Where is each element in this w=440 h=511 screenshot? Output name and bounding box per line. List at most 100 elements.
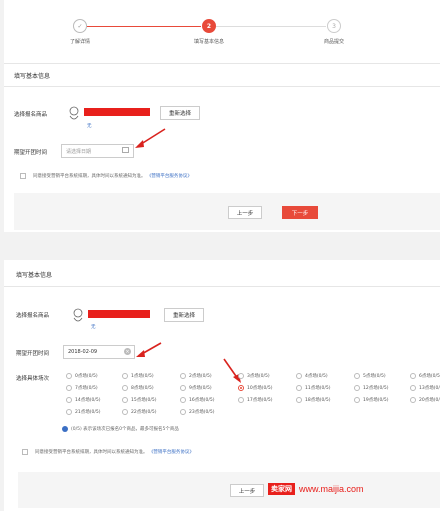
slot-option[interactable]: 16点场(0/5) — [180, 397, 214, 403]
radio-button[interactable] — [122, 397, 128, 403]
step-1-label: 了解详情 — [69, 39, 90, 45]
slot-option[interactable]: 10点场(0/5) — [238, 385, 272, 391]
slot-option[interactable]: 5点场(0/5) — [354, 373, 386, 379]
form-footer-2 — [18, 472, 440, 508]
slot-option-label: 14点场(0/5) — [75, 398, 101, 403]
agreement-link-2[interactable]: 《营销平台服务协议》 — [149, 450, 194, 455]
radio-button[interactable] — [66, 409, 72, 415]
agree-text-2: 同意接受营销平台系统排期，具体时间以系统通知为准。 《营销平台服务协议》 — [35, 449, 194, 455]
slot-option[interactable]: 21点场(0/5) — [66, 409, 100, 415]
slot-option[interactable]: 14点场(0/5) — [66, 397, 100, 403]
date-input-2[interactable]: 2018-02-09 × — [63, 345, 135, 359]
slot-option-label: 7点场(0/5) — [75, 386, 98, 391]
redacted-product-name-2 — [88, 310, 150, 318]
header-divider — [4, 63, 440, 64]
prev-step-button-2[interactable]: 上一步 — [230, 484, 264, 497]
slot-option[interactable]: 9点场(0/5) — [180, 385, 212, 391]
radio-button[interactable] — [180, 409, 186, 415]
slot-option-label: 16点场(0/5) — [189, 398, 215, 403]
radio-button[interactable] — [66, 373, 72, 379]
date-value: 2018-02-09 — [68, 349, 98, 355]
red-arrow-annotation — [135, 128, 166, 148]
slot-option[interactable]: 11点场(0/5) — [296, 385, 330, 391]
product-thumbnail-2 — [73, 308, 83, 322]
radio-button[interactable] — [296, 385, 302, 391]
radio-button[interactable] — [354, 397, 360, 403]
date-input[interactable]: 请选择日期 — [61, 144, 134, 158]
radio-button[interactable] — [410, 397, 416, 403]
clear-icon[interactable]: × — [124, 348, 131, 355]
slot-option[interactable]: 19点场(0/5) — [354, 397, 388, 403]
form-panel-bottom: 填写基本信息 选择报名商品 无 重新选择 期望开团时间 2018-02-09 ×… — [4, 260, 440, 511]
slot-option[interactable]: 3点场(0/5) — [238, 373, 270, 379]
info-icon — [62, 426, 68, 432]
radio-button[interactable] — [238, 385, 244, 391]
radio-button[interactable] — [296, 373, 302, 379]
slot-option[interactable]: 8点场(0/5) — [122, 385, 154, 391]
slot-option-label: 9点场(0/5) — [189, 386, 212, 391]
agree-checkbox[interactable] — [20, 173, 26, 179]
slot-option[interactable]: 2点场(0/5) — [180, 373, 212, 379]
slot-option-label: 19点场(0/5) — [363, 398, 389, 403]
watermark-brand: 卖家网 — [268, 483, 295, 495]
agree-sentence-2: 同意接受营销平台系统排期，具体时间以系统通知为准。 — [35, 450, 148, 455]
watermark: 卖家网 www.maijia.com — [268, 483, 364, 495]
slot-option-label: 15点场(0/5) — [131, 398, 157, 403]
radio-button[interactable] — [122, 373, 128, 379]
section-divider-2 — [4, 286, 440, 287]
radio-button[interactable] — [180, 397, 186, 403]
slot-option-label: 12点场(0/5) — [363, 386, 389, 391]
form-footer — [14, 193, 440, 230]
radio-button[interactable] — [410, 385, 416, 391]
slot-option-label: 22点场(0/5) — [131, 410, 157, 415]
slot-option[interactable]: 0点场(0/5) — [66, 373, 98, 379]
product-label-2: 选择报名商品 — [16, 313, 50, 319]
slot-option-label: 5点场(0/5) — [363, 374, 386, 379]
slot-option[interactable]: 1点场(0/5) — [122, 373, 154, 379]
check-icon: ✓ — [73, 19, 87, 33]
slot-option[interactable]: 17点场(0/5) — [238, 397, 272, 403]
agreement-link[interactable]: 《营销平台服务协议》 — [147, 174, 192, 179]
slot-option-label: 2点场(0/5) — [189, 374, 212, 379]
radio-button[interactable] — [238, 397, 244, 403]
agree-text: 同意接受营销平台系统排期，具体时间以系统通知为准。 《营销平台服务协议》 — [33, 173, 192, 179]
slot-option[interactable]: 6点场(0/5) — [410, 373, 440, 379]
date-label-2: 期望开团时间 — [16, 351, 50, 357]
slot-option[interactable]: 23点场(0/5) — [180, 409, 214, 415]
slot-option-label: 1点场(0/5) — [131, 374, 154, 379]
slot-option[interactable]: 7点场(0/5) — [66, 385, 98, 391]
slot-option-label: 6点场(0/5) — [419, 374, 440, 379]
step-2-label: 填写基本信息 — [193, 39, 224, 45]
radio-button[interactable] — [354, 385, 360, 391]
slot-option[interactable]: 15点场(0/5) — [122, 397, 156, 403]
next-step-button[interactable]: 下一步 — [282, 206, 318, 219]
slot-option[interactable]: 13点场(0/5) — [410, 385, 440, 391]
reselect-button[interactable]: 重新选择 — [160, 106, 200, 120]
slot-option[interactable]: 12点场(0/5) — [354, 385, 388, 391]
radio-button[interactable] — [238, 373, 244, 379]
slot-option-label: 21点场(0/5) — [75, 410, 101, 415]
watermark-url: www.maijia.com — [299, 484, 364, 494]
radio-button[interactable] — [66, 397, 72, 403]
slot-option[interactable]: 18点场(0/5) — [296, 397, 330, 403]
radio-button[interactable] — [66, 385, 72, 391]
agree-checkbox-2[interactable] — [22, 449, 28, 455]
slot-option-label: 4点场(0/5) — [305, 374, 328, 379]
date-placeholder: 请选择日期 — [66, 148, 92, 155]
radio-button[interactable] — [410, 373, 416, 379]
radio-button[interactable] — [296, 397, 302, 403]
radio-button[interactable] — [180, 373, 186, 379]
slot-option[interactable]: 22点场(0/5) — [122, 409, 156, 415]
product-tag: 无 — [87, 124, 92, 129]
red-arrow-annotation-3 — [223, 358, 241, 383]
product-label: 选择报名商品 — [14, 112, 48, 118]
radio-button[interactable] — [354, 373, 360, 379]
slot-option[interactable]: 4点场(0/5) — [296, 373, 328, 379]
radio-button[interactable] — [122, 385, 128, 391]
radio-button[interactable] — [180, 385, 186, 391]
slot-option[interactable]: 20点场(0/5) — [410, 397, 440, 403]
reselect-button-2[interactable]: 重新选择 — [164, 308, 204, 322]
prev-step-button[interactable]: 上一步 — [228, 206, 262, 219]
radio-button[interactable] — [122, 409, 128, 415]
slot-option-label: 20点场(0/5) — [419, 398, 440, 403]
